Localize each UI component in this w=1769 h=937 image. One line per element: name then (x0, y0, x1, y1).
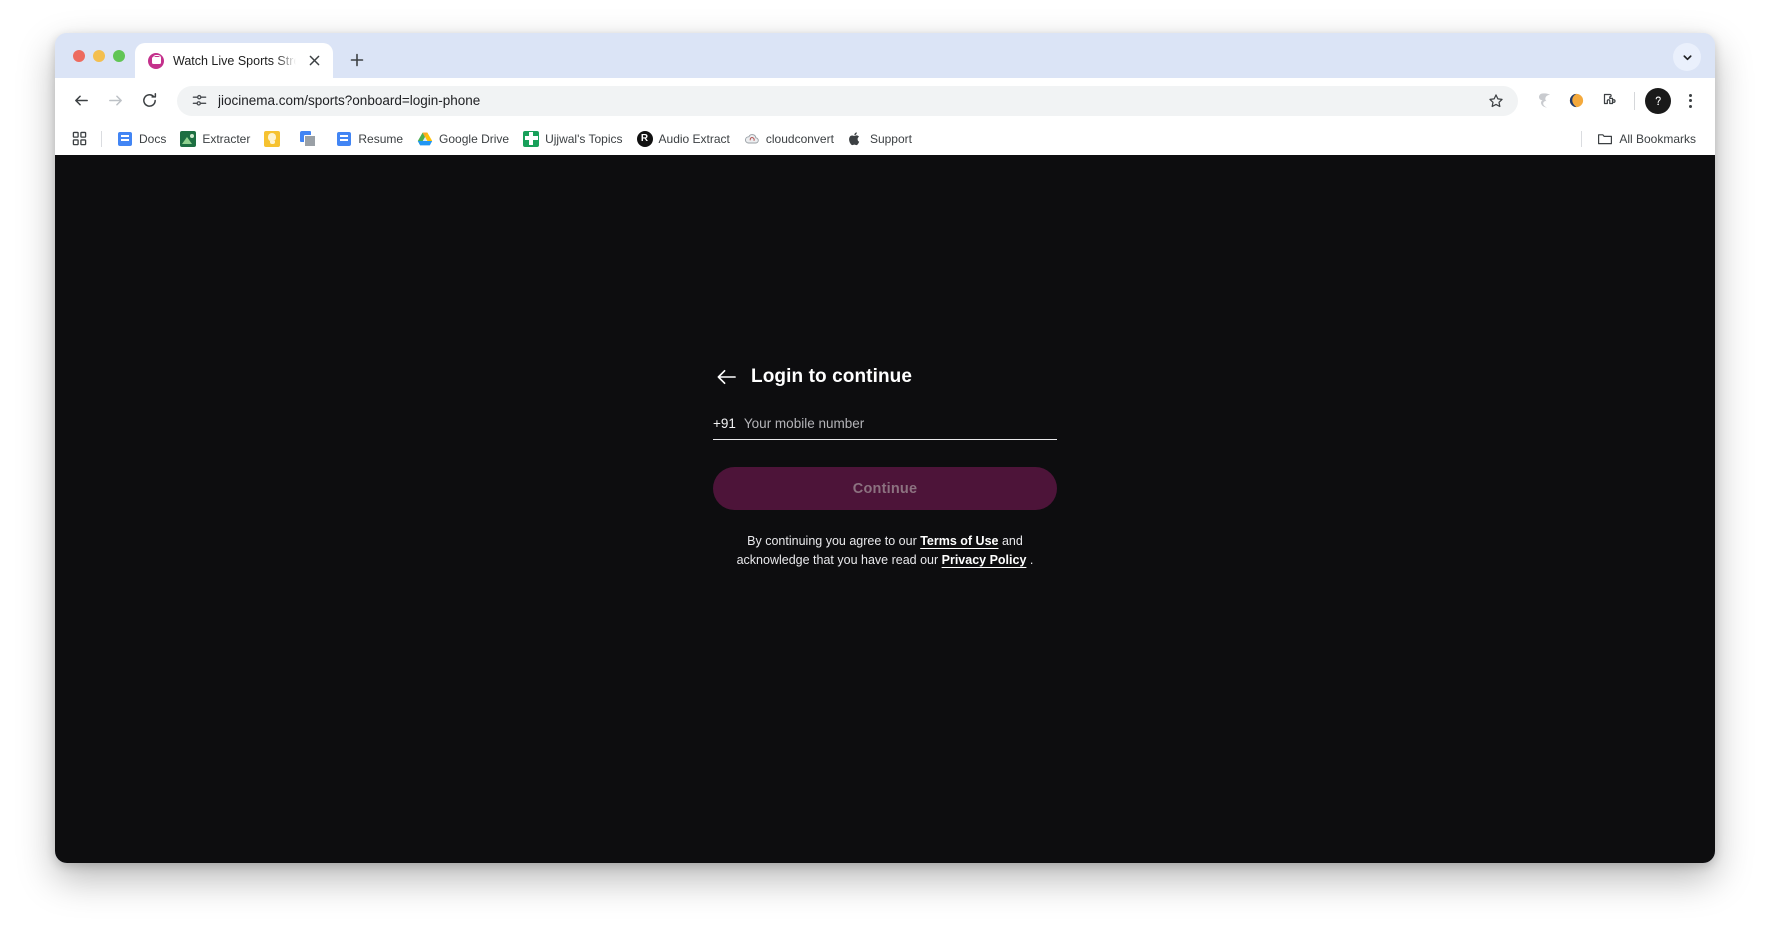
phone-input-row[interactable]: +91 (713, 416, 1057, 440)
bookmark-label: cloudconvert (765, 131, 834, 146)
maximize-window-button[interactable] (113, 49, 125, 62)
mobile-number-input[interactable] (743, 416, 1057, 431)
toolbar-icon-group (1528, 86, 1703, 116)
extracter-icon (180, 130, 197, 147)
apps-grid-icon[interactable] (65, 126, 93, 152)
grammarly-extension-icon[interactable] (1528, 86, 1558, 116)
continue-button[interactable]: Continue (713, 467, 1057, 510)
bookmark-label: Ujjwal's Topics (545, 131, 623, 146)
bookmarks-divider (101, 130, 102, 147)
bookmark-docs[interactable]: Docs (110, 127, 173, 151)
bookmark-audio-extract[interactable]: R Audio Extract (630, 127, 737, 151)
audio-extract-icon: R (636, 130, 653, 147)
avatar[interactable] (1645, 87, 1671, 114)
tune-icon[interactable] (191, 92, 208, 109)
new-tab-button[interactable] (343, 46, 371, 74)
tab-title: Watch Live Sports Streaming (173, 53, 296, 68)
bookmark-google-keep[interactable] (257, 127, 293, 151)
google-drive-icon (417, 131, 433, 147)
browser-window: Watch Live Sports Streaming (55, 33, 1715, 863)
tab-strip: Watch Live Sports Streaming (55, 33, 1715, 78)
bookmark-label: Docs (139, 131, 167, 146)
forward-arrow-icon[interactable] (99, 85, 131, 117)
three-dot-menu-icon[interactable] (1677, 86, 1703, 116)
bookmarks-bar: Docs Extracter Resume Google Drive Ujjwa… (55, 123, 1715, 155)
close-window-button[interactable] (73, 49, 85, 62)
star-icon[interactable] (1482, 87, 1510, 115)
login-card: Login to continue +91 Continue By contin… (713, 366, 1057, 571)
all-bookmarks-label: All Bookmarks (1619, 131, 1696, 146)
bookmark-resume[interactable]: Resume (329, 127, 410, 151)
jiocinema-icon (148, 52, 164, 69)
legal-suffix: . (1029, 553, 1034, 568)
bookmark-label: Extracter (202, 131, 251, 146)
country-code-label: +91 (713, 416, 736, 431)
url-text[interactable]: jiocinema.com/sports?onboard=login-phone (218, 93, 1472, 108)
bookmark-support[interactable]: Support (841, 127, 919, 151)
reload-icon[interactable] (133, 85, 165, 117)
apple-icon (848, 131, 864, 147)
folder-icon (1597, 131, 1613, 147)
legal-prefix: By continuing you agree to our (747, 534, 917, 548)
bookmark-label: Support (869, 131, 912, 146)
all-bookmarks-button[interactable]: All Bookmarks (1590, 127, 1703, 151)
bookmark-label: Audio Extract (658, 131, 730, 146)
window-traffic-lights (69, 33, 135, 78)
back-arrow-icon[interactable] (715, 366, 737, 388)
puzzle-extensions-icon[interactable] (1594, 86, 1624, 116)
address-bar[interactable]: jiocinema.com/sports?onboard=login-phone (177, 85, 1518, 116)
toolbar-divider (1634, 91, 1635, 110)
bookmark-label: Google Drive (439, 131, 510, 146)
bookmarks-divider-right (1581, 130, 1583, 147)
moon-extension-icon[interactable] (1561, 86, 1591, 116)
back-arrow-icon[interactable] (65, 85, 97, 117)
bookmark-extracter[interactable]: Extracter (173, 127, 257, 151)
google-keep-icon (264, 130, 281, 147)
all-bookmarks-group: All Bookmarks (1573, 127, 1703, 151)
page-title: Login to continue (751, 366, 913, 387)
google-translate-icon (300, 130, 317, 147)
privacy-policy-link[interactable]: Privacy Policy (942, 553, 1027, 567)
bookmark-label: Resume (358, 131, 404, 146)
google-docs-icon (336, 130, 353, 147)
minimize-window-button[interactable] (93, 49, 105, 62)
desktop-backdrop: Watch Live Sports Streaming (0, 0, 1769, 937)
login-header: Login to continue (713, 366, 1057, 388)
ujjwal-topics-icon (523, 130, 540, 147)
terms-of-use-link[interactable]: Terms of Use (920, 534, 998, 548)
browser-tab[interactable]: Watch Live Sports Streaming (135, 43, 333, 78)
bookmark-ujjwals-topics[interactable]: Ujjwal's Topics (516, 127, 629, 151)
bookmark-google-drive[interactable]: Google Drive (410, 127, 516, 151)
browser-toolbar: jiocinema.com/sports?onboard=login-phone (55, 78, 1715, 123)
close-tab-icon[interactable] (305, 52, 323, 70)
legal-text: By continuing you agree to our Terms of … (713, 532, 1057, 571)
chevron-down-icon[interactable] (1673, 43, 1701, 71)
web-page-content: Login to continue +91 Continue By contin… (55, 155, 1715, 863)
cloudconvert-icon (744, 131, 760, 147)
bookmark-google-translate[interactable] (293, 127, 329, 151)
bookmark-cloudconvert[interactable]: cloudconvert (737, 127, 841, 151)
google-docs-icon (117, 130, 133, 147)
